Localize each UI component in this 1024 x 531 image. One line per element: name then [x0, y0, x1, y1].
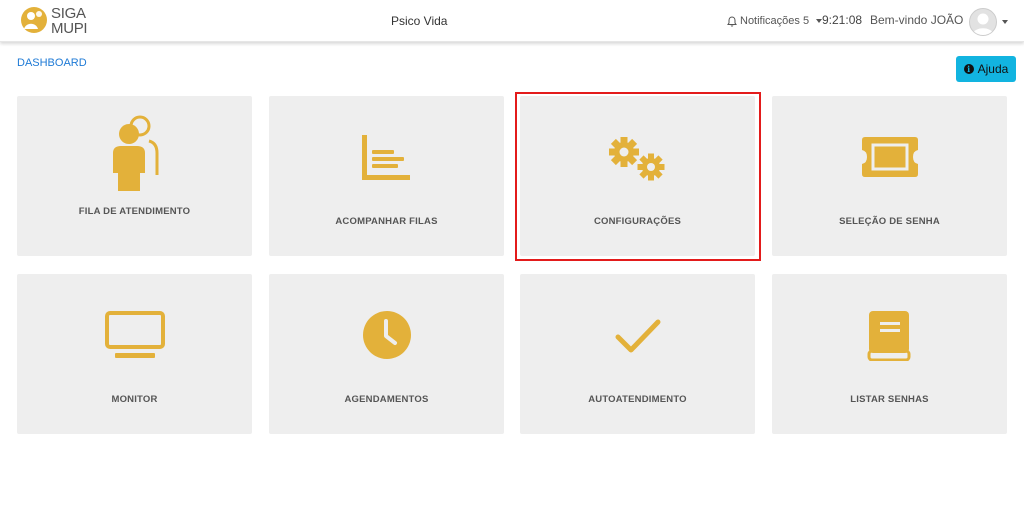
- ticket-icon: [861, 137, 918, 177]
- help-button-label: Ajuda: [977, 62, 1009, 76]
- user-icon: [972, 13, 994, 35]
- card-agendamentos[interactable]: AGENDAMENTOS: [269, 274, 504, 434]
- card-autoatendimento[interactable]: AUTOATENDIMENTO: [520, 274, 755, 434]
- card-label: FILA DE ATENDIMENTO: [78, 206, 191, 217]
- card-listar-senhas[interactable]: LISTAR SENHAS: [772, 274, 1007, 434]
- notifications-label: Notificações 5: [740, 15, 810, 27]
- logo-text: SIGA MUPI: [51, 5, 88, 37]
- top-navbar: SIGA MUPI Psico Vida Notificações 5 9:21…: [0, 0, 1024, 42]
- card-monitor[interactable]: MONITOR: [17, 274, 252, 434]
- logo-line2: MUPI: [51, 20, 88, 37]
- logo[interactable]: SIGA MUPI: [20, 3, 90, 39]
- check-icon: [615, 319, 660, 353]
- chevron-down-icon: [1002, 20, 1008, 24]
- card-fila-de-atendimento[interactable]: FILA DE ATENDIMENTO: [17, 96, 252, 256]
- bell-icon: [727, 15, 737, 27]
- notifications-dropdown[interactable]: Notificações 5: [727, 15, 823, 27]
- logo-line1: SIGA: [51, 5, 86, 22]
- card-label: MONITOR: [111, 394, 158, 405]
- book-icon: [867, 311, 910, 361]
- card-label: SELEÇÃO DE SENHA: [839, 216, 940, 227]
- card-label: LISTAR SENHAS: [850, 394, 929, 405]
- logo-icon: [21, 7, 47, 33]
- card-label: ACOMPANHAR FILAS: [335, 216, 438, 227]
- queue-person-icon: [112, 115, 158, 191]
- avatar: [969, 8, 997, 36]
- card-acompanhar-filas[interactable]: ACOMPANHAR FILAS: [269, 96, 504, 256]
- welcome-text: Bem-vindo JOÃO: [870, 13, 964, 27]
- user-menu[interactable]: [969, 8, 1008, 36]
- monitor-icon: [104, 311, 165, 358]
- selection-highlight: [515, 92, 761, 261]
- breadcrumb[interactable]: DASHBOARD: [17, 57, 87, 69]
- card-selecao-de-senha[interactable]: SELEÇÃO DE SENHA: [772, 96, 1007, 256]
- card-label: AUTOATENDIMENTO: [588, 394, 687, 405]
- clock-icon: [362, 311, 411, 359]
- help-button[interactable]: i Ajuda: [956, 56, 1016, 82]
- app-name: Psico Vida: [391, 14, 448, 28]
- list-chart-icon: [361, 135, 410, 180]
- card-label: AGENDAMENTOS: [344, 394, 429, 405]
- info-icon: i: [963, 64, 974, 74]
- clock: 9:21:08: [822, 13, 863, 27]
